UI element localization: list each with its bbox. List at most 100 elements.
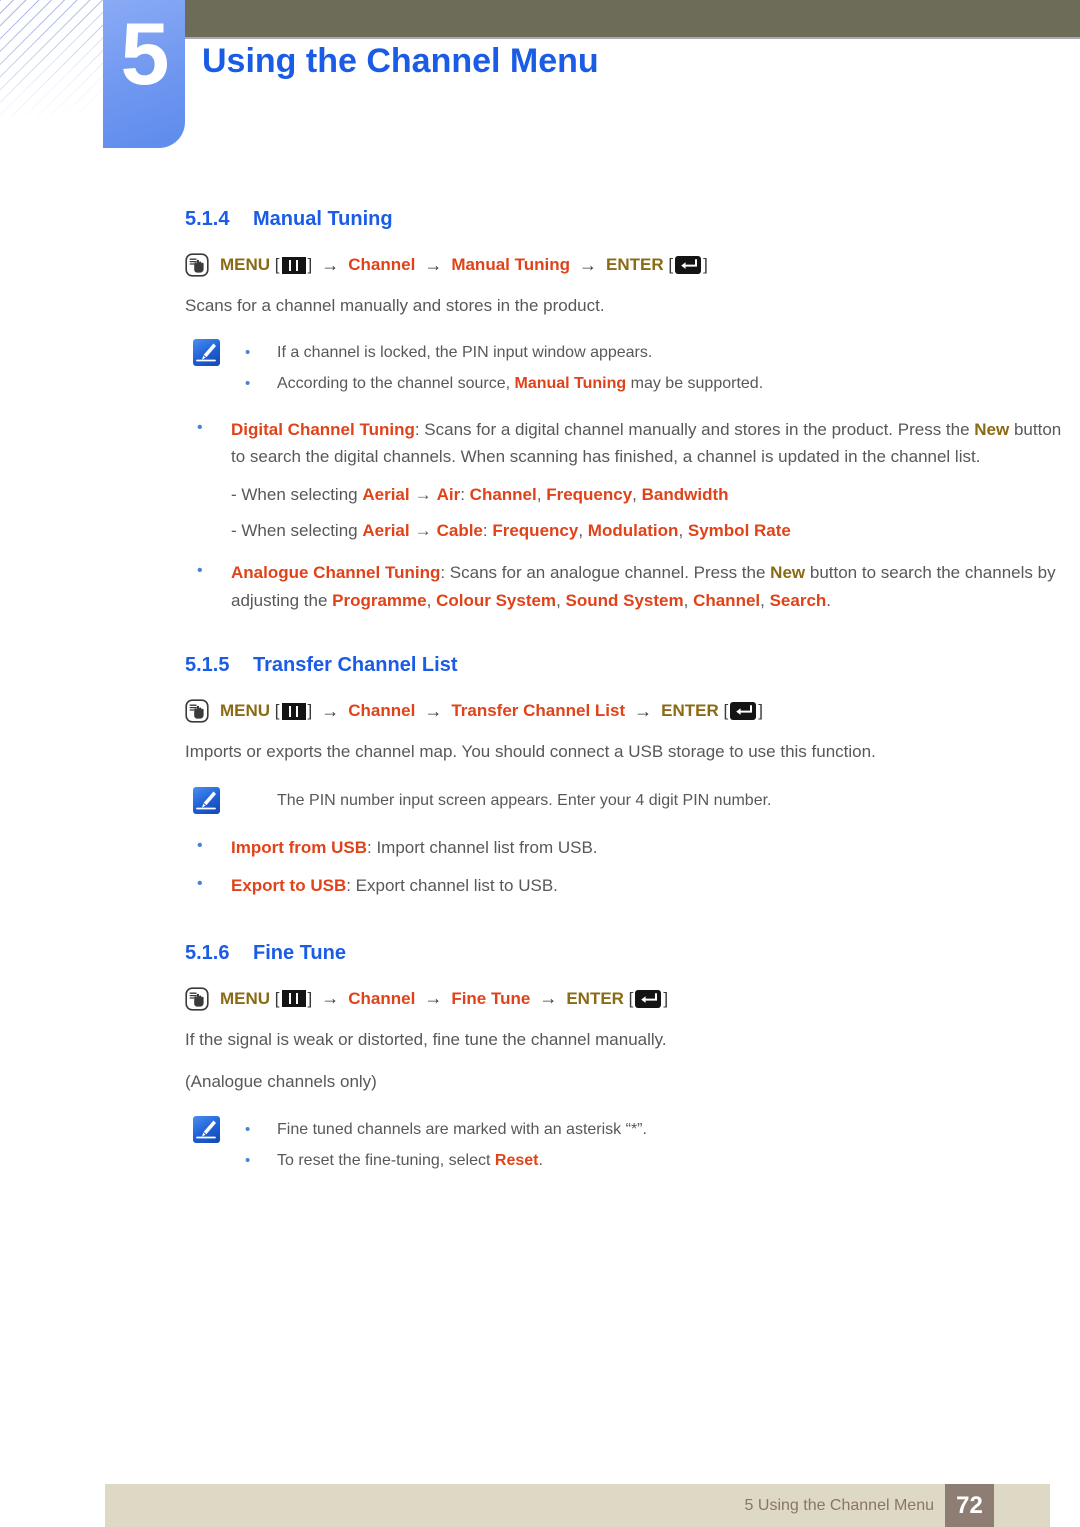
enter-button-glyph <box>675 256 702 274</box>
menu-term: Aerial <box>362 484 410 504</box>
menu-term: Modulation <box>587 521 679 541</box>
arrow-icon: → <box>539 988 558 1009</box>
section-intro: If the signal is weak or distorted, fine… <box>185 1029 667 1049</box>
note-block: Fine tuned channels are marked with an a… <box>185 1114 1080 1176</box>
arrow-icon: → <box>424 254 443 275</box>
note-text: According to the channel source, Manual … <box>277 368 763 399</box>
menu-term: Cable <box>436 521 483 541</box>
section-intro: Imports or exports the channel map. You … <box>185 742 876 762</box>
sub-list-item: - When selecting Aerial → Cable: Frequency… <box>185 517 1080 545</box>
menu-term: Import from USB <box>231 837 367 857</box>
hand-press-icon <box>185 699 209 723</box>
menu-path-step: Fine Tune <box>451 988 531 1008</box>
text-run: , <box>556 590 566 610</box>
arrow-icon: → <box>578 254 597 275</box>
text-run: : <box>460 484 470 504</box>
section-heading: 5.1.5 Transfer Channel List <box>185 654 1080 677</box>
note-list-item: To reset the fine-tuning, select Reset. <box>245 1145 1080 1176</box>
menu-term: Manual Tuning <box>514 374 627 392</box>
menu-path-step: Transfer Channel List <box>451 701 626 721</box>
chapter-number-tab: 5 <box>103 0 185 148</box>
menu-term: Export to USB <box>231 876 347 896</box>
note-text: To reset the fine-tuning, select Reset. <box>277 1145 543 1176</box>
page-header: 5 Using the Channel Menu <box>0 0 1080 152</box>
bracket-open: [ <box>663 255 674 274</box>
arrow-icon: → <box>424 700 443 721</box>
page-title: Using the Channel Menu <box>202 42 599 80</box>
list-item: Import from USB: Import channel list fro… <box>185 833 1080 862</box>
menu-path-step: Manual Tuning <box>451 255 570 274</box>
footer-chapter-label: 5 Using the Channel Menu <box>744 1497 934 1514</box>
bracket-open: [ <box>270 701 280 721</box>
menu-term: Sound System <box>565 590 684 610</box>
menu-term: Air <box>436 484 461 504</box>
text-run: , <box>578 521 588 541</box>
section-number: 5.1.6 <box>185 941 230 964</box>
menu-path-step: Channel <box>348 701 416 721</box>
arrow-icon: → <box>424 988 443 1009</box>
menu-path-menu-label: MENU <box>220 701 271 721</box>
text-run: According to the channel source, <box>277 374 515 392</box>
bracket-open: [ <box>623 988 634 1008</box>
bracket-close: ] <box>703 255 708 274</box>
text-run: , <box>536 484 547 504</box>
list-item: Digital Channel Tuning: Scans for a digi… <box>185 415 1080 471</box>
text-run: - When selecting <box>231 484 363 504</box>
menu-term: Symbol Rate <box>687 521 791 541</box>
note-list-item: Fine tuned channels are marked with an a… <box>245 1114 1080 1145</box>
section-number: 5.1.4 <box>185 208 230 230</box>
arrow-icon: → <box>414 484 432 504</box>
bracket-close: ] <box>663 988 669 1008</box>
menu-term: Digital Channel Tuning <box>231 419 415 439</box>
enter-button-glyph <box>730 702 757 721</box>
section-heading: 5.1.6 Fine Tune <box>185 942 1080 965</box>
menu-path-menu-label: MENU <box>220 988 271 1008</box>
hand-press-icon <box>185 253 209 277</box>
button-term: New <box>770 563 806 582</box>
menu-term: Programme <box>332 590 427 610</box>
section-intro-secondary: (Analogue channels only) <box>185 1072 377 1092</box>
menu-button-glyph <box>281 702 306 720</box>
arrow-icon: → <box>321 254 340 275</box>
text-run: , <box>632 484 642 504</box>
bullet-icon <box>245 345 277 360</box>
chapter-number: 5 <box>120 4 170 103</box>
menu-path: MENU [] → Channel → Fine Tune → ENTER [] <box>185 987 1080 1011</box>
bullet-icon <box>245 1153 277 1168</box>
bullet-icon <box>245 1122 277 1137</box>
text-run: . <box>538 1152 543 1169</box>
text-run: , <box>678 521 688 541</box>
section-title: Transfer Channel List <box>253 654 458 677</box>
menu-term: Channel <box>469 484 537 504</box>
section-fine-tune: 5.1.6 Fine Tune MENU [] → Channel → Fine Tune →… <box>0 942 1080 1176</box>
text-run: - When selecting <box>231 521 363 541</box>
menu-path: MENU [] → Channel → Manual Tuning → ENTER [] <box>185 253 1080 277</box>
menu-path: MENU [] → Channel → Transfer Channel List → EN… <box>185 699 1080 723</box>
menu-term: Search <box>769 590 827 610</box>
menu-term: Analogue Channel Tuning <box>231 563 441 582</box>
arrow-icon: → <box>634 700 653 721</box>
menu-term: Reset <box>494 1152 539 1169</box>
bracket-close: ] <box>758 701 763 721</box>
text-run: Fine tuned channels are marked with an a… <box>277 1120 647 1138</box>
text-run: : Import channel list from USB. <box>367 837 598 857</box>
menu-button-glyph <box>281 256 306 274</box>
menu-button-glyph <box>281 990 306 1008</box>
text-run: If a channel is locked, the PIN input wi… <box>277 343 653 361</box>
list-item: Analogue Channel Tuning: Scans for an an… <box>185 558 1080 614</box>
section-number: 5.1.5 <box>185 654 230 677</box>
page-footer: 5 Using the Channel Menu 72 <box>105 1484 1050 1527</box>
menu-path-enter-label: ENTER <box>661 701 719 721</box>
note-block: The PIN number input screen appears. Ent… <box>185 785 1080 816</box>
menu-term: Frequency <box>492 521 579 541</box>
section-title: Fine Tune <box>253 941 346 964</box>
text-run: : <box>482 521 493 541</box>
footer-page-number: 72 <box>945 1484 994 1527</box>
decorative-hatch-pattern <box>0 0 103 116</box>
sub-list-item: - When selecting Aerial → Air: Channel, Fr… <box>185 481 1080 509</box>
text-run: . <box>826 590 832 610</box>
menu-term: Colour System <box>436 590 557 610</box>
bracket-open: [ <box>270 255 280 274</box>
note-pencil-icon <box>193 1115 220 1143</box>
note-text: The PIN number input screen appears. Ent… <box>277 791 772 809</box>
